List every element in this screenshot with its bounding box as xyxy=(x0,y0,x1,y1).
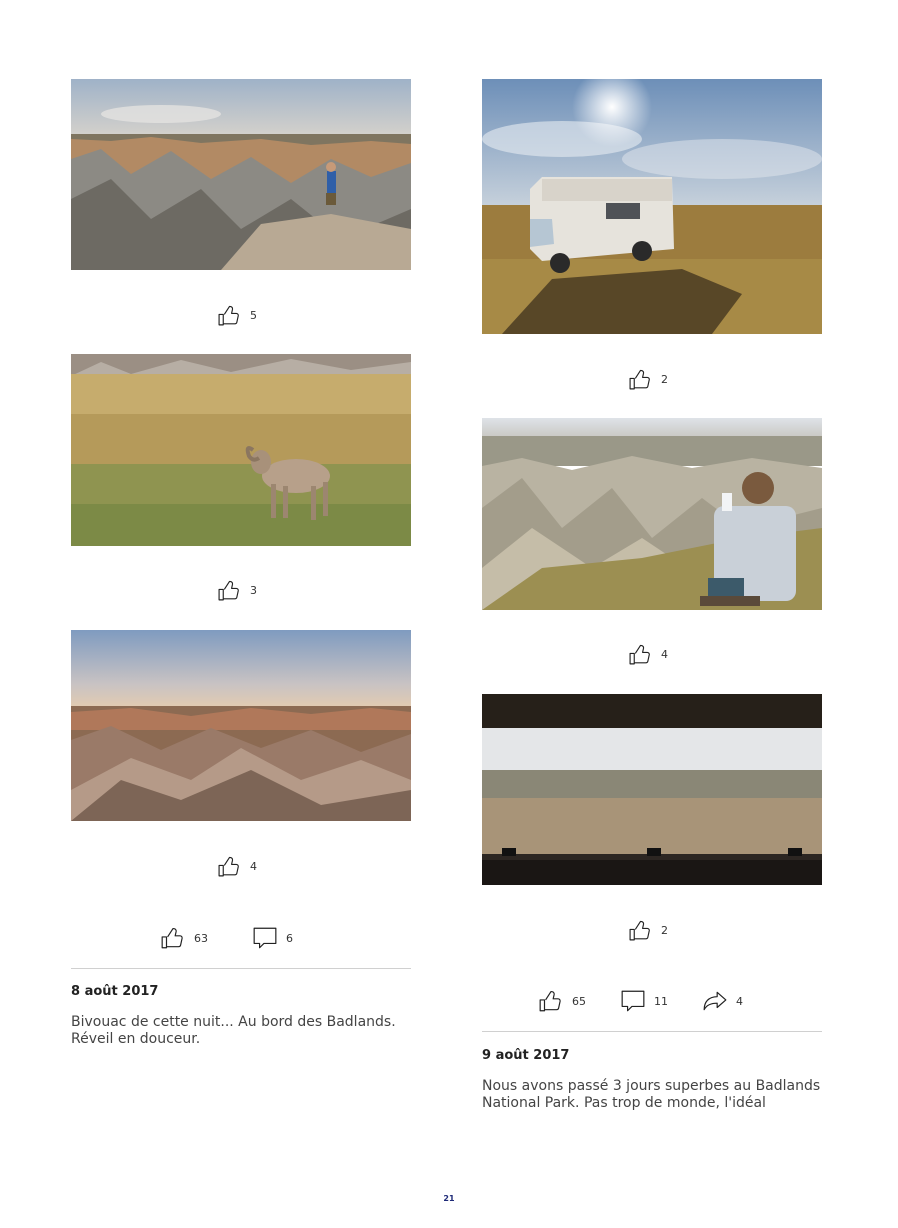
photo-man-overlooking[interactable] xyxy=(482,418,822,610)
photo-badlands-sunset[interactable] xyxy=(71,630,411,821)
thumbs-up-icon[interactable] xyxy=(217,578,242,603)
speech-bubble-icon[interactable] xyxy=(252,925,278,951)
thumbs-up-icon[interactable] xyxy=(160,925,186,951)
total-shares: 4 xyxy=(736,994,743,1008)
page-number: 21 xyxy=(443,1194,455,1203)
post-2-divider xyxy=(482,1031,822,1032)
like-count: 2 xyxy=(661,373,668,386)
total-comments: 6 xyxy=(286,931,293,945)
photo-6-likes: 2 xyxy=(628,918,668,943)
thumbs-up-icon[interactable] xyxy=(217,303,242,328)
like-count: 4 xyxy=(661,648,668,661)
photo-bighorn-sheep[interactable] xyxy=(71,354,411,546)
post-1-date: 8 août 2017 xyxy=(71,984,159,999)
post-2-like-group[interactable]: 65 xyxy=(538,988,586,1014)
post-2-totals: 65 11 4 xyxy=(538,988,743,1014)
total-likes: 65 xyxy=(572,994,586,1008)
thumbs-up-icon[interactable] xyxy=(628,642,653,667)
post-2-comment-group[interactable]: 11 xyxy=(620,988,668,1014)
photo-1-likes: 5 xyxy=(217,303,257,328)
post-2-share-group[interactable]: 4 xyxy=(702,988,743,1014)
post-1-like-group[interactable]: 63 xyxy=(160,925,208,951)
like-count: 5 xyxy=(250,309,257,322)
share-arrow-icon[interactable] xyxy=(702,988,728,1014)
photo-3-likes: 4 xyxy=(217,854,257,879)
photo-camper-van[interactable] xyxy=(482,79,822,334)
photo-badlands-viewpoint[interactable] xyxy=(71,79,411,270)
photo-2-likes: 3 xyxy=(217,578,257,603)
speech-bubble-icon[interactable] xyxy=(620,988,646,1014)
post-1-divider xyxy=(71,968,411,969)
photo-4-likes: 2 xyxy=(628,367,668,392)
like-count: 2 xyxy=(661,924,668,937)
post-1-text: Bivouac de cette nuit... Au bord des Bad… xyxy=(71,1014,396,1047)
total-likes: 63 xyxy=(194,931,208,945)
post-1-comment-group[interactable]: 6 xyxy=(252,925,293,951)
photo-van-window-view[interactable] xyxy=(482,694,822,885)
thumbs-up-icon[interactable] xyxy=(628,918,653,943)
thumbs-up-icon[interactable] xyxy=(538,988,564,1014)
like-count: 4 xyxy=(250,860,257,873)
thumbs-up-icon[interactable] xyxy=(217,854,242,879)
post-1-totals: 63 6 xyxy=(160,925,293,951)
like-count: 3 xyxy=(250,584,257,597)
photo-5-likes: 4 xyxy=(628,642,668,667)
post-2-date: 9 août 2017 xyxy=(482,1048,570,1063)
post-2-text: Nous avons passé 3 jours superbes au Bad… xyxy=(482,1078,821,1111)
thumbs-up-icon[interactable] xyxy=(628,367,653,392)
total-comments: 11 xyxy=(654,994,668,1008)
